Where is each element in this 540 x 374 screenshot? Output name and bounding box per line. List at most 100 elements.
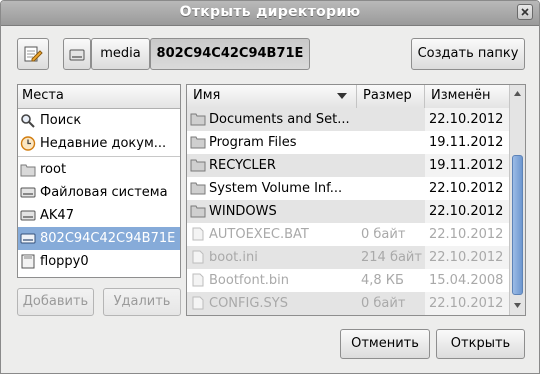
path-segment-current[interactable]: 802C94C42C94B71E	[150, 38, 310, 70]
edit-path-icon	[24, 46, 43, 62]
folder-icon	[190, 136, 206, 149]
file-name: Bootfont.bin	[209, 273, 290, 288]
drive-icon	[20, 210, 36, 221]
file-row[interactable]: Program Files 19.11.2012	[187, 131, 509, 154]
places-separator	[18, 156, 180, 157]
place-label: 802C94C42C94B71E	[40, 231, 176, 246]
place-ak47[interactable]: AK47	[18, 204, 180, 227]
file-list-header: Имя Размер Изменён	[187, 85, 509, 109]
folder-icon	[20, 164, 36, 177]
remove-place-button[interactable]: Удалить	[103, 288, 181, 316]
file-icon	[192, 250, 204, 264]
place-label: Поиск	[40, 113, 82, 128]
place-recent[interactable]: Недавние докум...	[18, 132, 180, 155]
place-floppy0[interactable]: floppy0	[18, 250, 180, 273]
file-row[interactable]: WINDOWS 22.10.2012	[187, 200, 509, 223]
file-name: boot.ini	[209, 250, 258, 265]
file-modified: 22.10.2012	[429, 227, 504, 242]
drive-icon	[20, 187, 36, 198]
file-modified: 19.11.2012	[429, 135, 504, 150]
file-row[interactable]: System Volume Inf... 22.10.2012	[187, 177, 509, 200]
file-modified: 22.10.2012	[429, 204, 504, 219]
file-name: RECYCLER	[209, 158, 276, 173]
path-segment-label: media	[100, 46, 141, 61]
file-list: Имя Размер Изменён Documents and Set... …	[186, 84, 526, 316]
place-label: floppy0	[40, 254, 89, 269]
folder-icon	[190, 113, 206, 126]
places-panel: Места Поиск Недавние докум... root Файло…	[17, 84, 181, 278]
place-filesystem[interactable]: Файловая система	[18, 181, 180, 204]
file-size: 0 байт	[357, 292, 425, 315]
column-modified-label: Изменён	[431, 88, 491, 103]
file-name: System Volume Inf...	[209, 181, 343, 196]
search-icon	[21, 114, 35, 128]
folder-icon	[190, 159, 206, 172]
cancel-label: Отменить	[351, 336, 419, 351]
close-button[interactable]	[517, 4, 533, 20]
column-header-name[interactable]: Имя	[187, 85, 357, 108]
file-icon	[192, 273, 204, 287]
file-name: Documents and Set...	[209, 112, 350, 127]
folder-icon	[190, 205, 206, 218]
file-size	[357, 108, 425, 131]
place-root[interactable]: root	[18, 158, 180, 181]
file-size	[357, 131, 425, 154]
drive-icon	[69, 49, 85, 61]
file-row: AUTOEXEC.BAT 0 байт 22.10.2012	[187, 223, 509, 246]
remove-place-label: Удалить	[113, 294, 171, 309]
file-size: 214 байт	[357, 246, 425, 269]
column-name-label: Имя	[193, 88, 221, 103]
type-location-button[interactable]	[17, 38, 49, 70]
window-title: Открыть директорию	[179, 4, 361, 20]
file-modified: 22.10.2012	[429, 296, 504, 311]
file-size	[357, 200, 425, 223]
file-row[interactable]: Documents and Set... 22.10.2012	[187, 108, 509, 131]
file-modified: 15.04.2008	[429, 273, 504, 288]
add-place-label: Добавить	[22, 294, 89, 309]
path-segment-media[interactable]: media	[91, 38, 150, 70]
drive-icon	[20, 233, 36, 244]
file-row: boot.ini 214 байт 22.10.2012	[187, 246, 509, 269]
path-root-button[interactable]	[63, 38, 91, 70]
open-label: Открыть	[450, 336, 511, 351]
file-size: 0 байт	[361, 227, 406, 242]
file-modified: 22.10.2012	[429, 250, 504, 265]
place-search[interactable]: Поиск	[18, 109, 180, 132]
file-modified: 22.10.2012	[429, 181, 504, 196]
create-folder-label: Создать папку	[417, 46, 519, 61]
title-bar: Открыть директорию	[1, 1, 539, 26]
add-place-button[interactable]: Добавить	[17, 288, 94, 316]
recent-icon	[20, 136, 36, 151]
place-802c94c42c94b71e[interactable]: 802C94C42C94B71E	[18, 227, 180, 250]
folder-icon	[190, 182, 206, 195]
column-header-modified[interactable]: Изменён	[425, 85, 509, 108]
file-row: CONFIG.SYS 0 байт 22.10.2012	[187, 292, 509, 315]
path-segment-label: 802C94C42C94B71E	[156, 46, 304, 61]
place-label: Недавние докум...	[40, 136, 167, 151]
places-header[interactable]: Места	[18, 85, 180, 109]
file-modified: 19.11.2012	[429, 158, 504, 173]
column-header-size[interactable]: Размер	[357, 85, 425, 108]
file-icon	[192, 296, 204, 310]
column-size-label: Размер	[363, 88, 412, 103]
scrollbar-thumb[interactable]	[512, 155, 523, 295]
file-list-scrollbar[interactable]	[509, 85, 525, 315]
file-name: CONFIG.SYS	[209, 296, 288, 311]
file-size	[357, 154, 425, 177]
scroll-down-icon[interactable]	[514, 303, 521, 308]
scroll-up-icon[interactable]	[514, 91, 521, 96]
sort-descending-icon	[337, 93, 347, 99]
file-name: WINDOWS	[209, 204, 277, 219]
floppy-icon	[21, 254, 35, 269]
create-folder-button[interactable]: Создать папку	[411, 38, 525, 70]
file-size	[357, 177, 425, 200]
file-row[interactable]: RECYCLER 19.11.2012	[187, 154, 509, 177]
open-button[interactable]: Открыть	[436, 329, 525, 359]
file-icon	[192, 227, 204, 241]
place-label: Файловая система	[40, 185, 168, 200]
open-directory-dialog: Открыть директорию media 802C94C42C94B71…	[0, 0, 540, 374]
file-name: AUTOEXEC.BAT	[209, 227, 309, 242]
file-size: 4,8 КБ	[361, 273, 404, 288]
cancel-button[interactable]: Отменить	[340, 329, 430, 359]
file-row: Bootfont.bin 4,8 КБ 15.04.2008	[187, 269, 509, 292]
